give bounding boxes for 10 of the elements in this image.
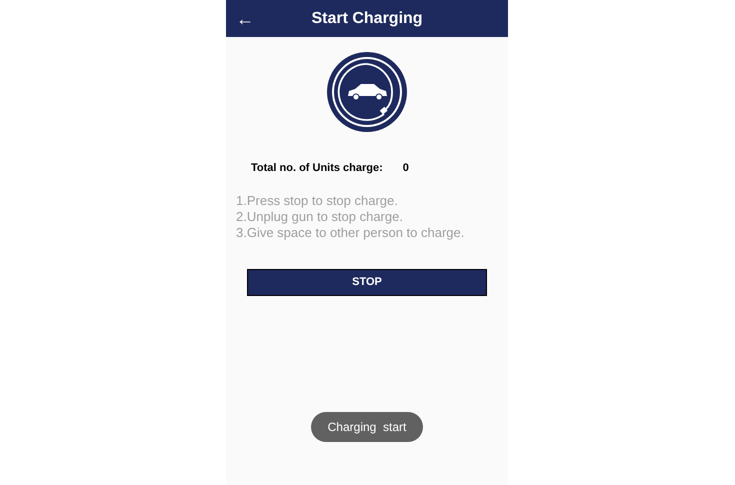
units-value: 0 [402, 161, 409, 176]
screen-title: Start Charging [311, 8, 423, 28]
instruction-text: 2.Unplug gun to stop charge. [236, 208, 404, 224]
instruction-text: 1.Press stop to stop charge. [236, 192, 399, 208]
toast-message: Charging start [310, 412, 424, 442]
back-button[interactable]: ← [236, 10, 254, 28]
instruction-text: 3.Give space to other person to charge. [236, 224, 466, 240]
car-charging-icon [326, 51, 408, 133]
units-label: Total no. of Units charge: [251, 161, 383, 176]
stop-button[interactable]: STOP [247, 268, 487, 296]
